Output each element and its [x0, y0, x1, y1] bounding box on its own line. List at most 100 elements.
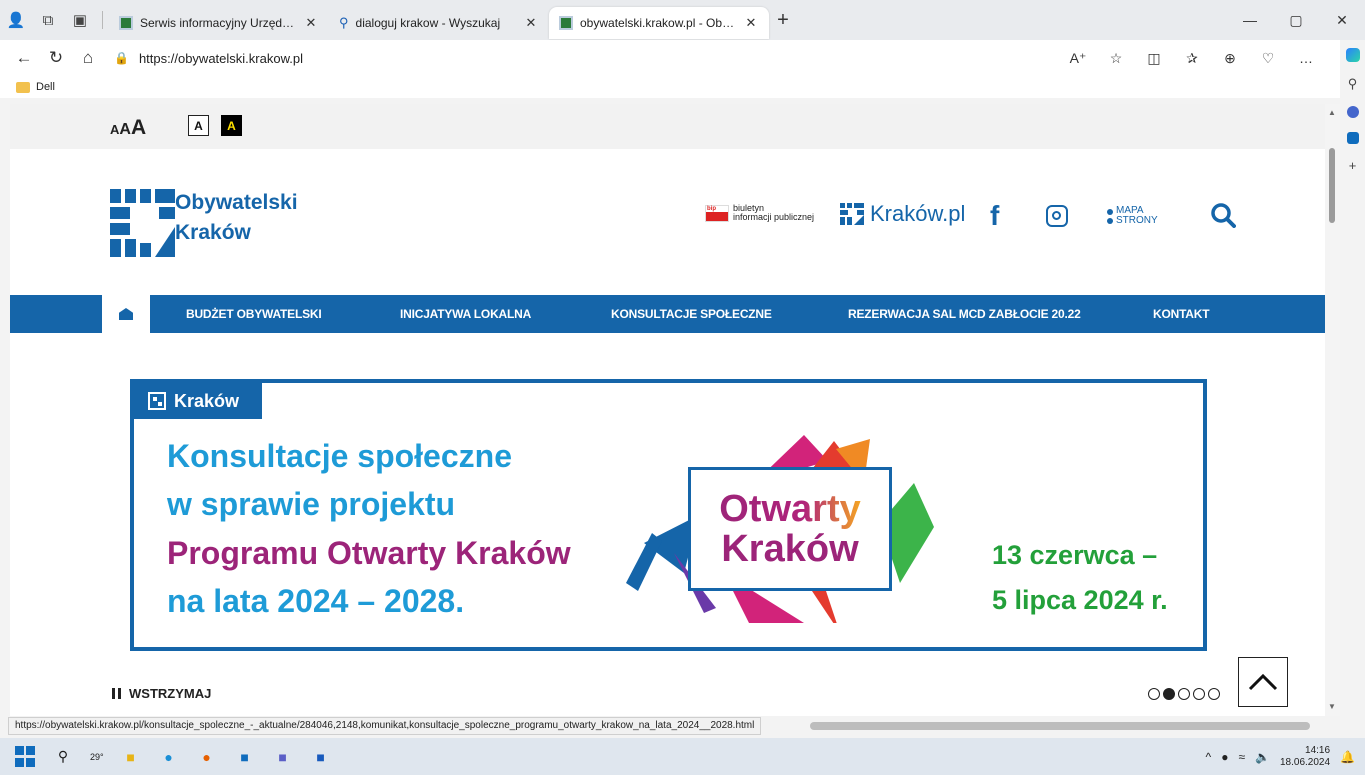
refresh-icon[interactable]: ↻ [40, 43, 72, 73]
browser-tab-bar: 👤 ⧉ ▣ Serwis informacyjny Urzędu Mias ✕ … [0, 0, 1365, 40]
favorite-folder-dell[interactable]: Dell [36, 81, 55, 93]
outlook-icon[interactable] [1346, 132, 1359, 144]
site-logo-text[interactable]: Obywatelski Kraków [175, 188, 298, 248]
pause-icon [112, 688, 121, 699]
bip-text: biuletyn informacji publicznej [733, 204, 814, 222]
bip-flag-icon: bip [705, 204, 729, 222]
bip-link[interactable]: bip biuletyn informacji publicznej [705, 204, 814, 222]
scroll-to-top-button[interactable] [1238, 657, 1288, 707]
more-icon[interactable]: … [1287, 50, 1325, 67]
font-size-medium-button[interactable]: A [119, 121, 131, 138]
nav-home-button[interactable] [102, 295, 150, 333]
copilot-icon[interactable] [1345, 48, 1360, 62]
sidebar-search-icon[interactable]: ⚲ [1348, 76, 1358, 92]
lock-icon[interactable]: 🔒 [114, 51, 129, 65]
shopping-icon[interactable] [1346, 106, 1359, 118]
tab-serwis[interactable]: Serwis informacyjny Urzędu Mias ✕ [109, 7, 329, 39]
krakow-tag-icon [148, 392, 166, 410]
tab-obywatelski[interactable]: obywatelski.krakow.pl - Obywate ✕ [549, 7, 769, 39]
nav-rezerwacja-sal[interactable]: REZERWACJA SAL MCD ZABŁOCIE 20.22 [848, 295, 1081, 333]
read-aloud-icon[interactable]: A⁺ [1059, 50, 1097, 67]
favorites-bar: Dell [0, 76, 1340, 98]
contrast-high-button[interactable]: A [221, 115, 242, 136]
banner-line-1: Konsultacje społeczne [167, 438, 512, 474]
file-explorer-icon[interactable]: ■ [120, 746, 142, 768]
tab-search[interactable]: ⚲ dialoguj krakow - Wyszukaj ✕ [329, 7, 549, 39]
search-icon[interactable] [1210, 202, 1236, 228]
slider-dots [1148, 688, 1220, 700]
contrast-normal-button[interactable]: A [188, 115, 209, 136]
horizontal-scrollbar[interactable] [810, 722, 1310, 730]
scrollbar-thumb[interactable] [1329, 148, 1335, 223]
address-tools: A⁺ ☆ ◫ ✰ ⊕ ♡ … [1059, 50, 1365, 67]
wifi-icon[interactable]: ≈ [1238, 750, 1245, 764]
slider-pause-button[interactable]: WSTRZYMAJ [112, 686, 211, 701]
chevron-up-icon [1248, 673, 1278, 691]
system-clock[interactable]: 14:16 18.06.2024 [1280, 745, 1330, 769]
volume-icon[interactable]: 🔈 [1255, 750, 1270, 764]
nav-inicjatywa-lokalna[interactable]: INICJATYWA LOKALNA [400, 295, 531, 333]
krakow-text: Kraków [721, 528, 859, 570]
taskbar-search-icon[interactable]: ⚲ [52, 746, 74, 768]
slider-dot[interactable] [1193, 688, 1205, 700]
slider-banner[interactable]: Kraków Konsultacje społeczne w sprawie p… [130, 379, 1207, 651]
bip-badge-text: bip [707, 205, 716, 212]
vertical-scrollbar[interactable]: ▲ ▼ [1325, 104, 1340, 716]
browser-essentials-icon[interactable]: ♡ [1249, 50, 1287, 67]
nav-konsultacje-spoleczne[interactable]: KONSULTACJE SPOŁECZNE [611, 295, 772, 333]
back-icon[interactable]: ← [8, 43, 40, 73]
slider-dot-active[interactable] [1163, 688, 1175, 700]
teams-icon[interactable]: ■ [272, 746, 294, 768]
slider-dot[interactable] [1148, 688, 1160, 700]
profile-icon[interactable]: 👤 [0, 4, 32, 36]
close-icon[interactable]: ✕ [303, 15, 319, 31]
nav-budzet-obywatelski[interactable]: BUDŻET OBYWATELSKI [186, 295, 322, 333]
url-field[interactable]: 🔒 https://obywatelski.krakow.pl [104, 43, 1059, 73]
tray-app-icon[interactable]: ● [1221, 750, 1228, 764]
otwarty-krakow-logo: Otwarty Kraków [688, 467, 892, 591]
sitemap-icon [1107, 208, 1113, 224]
favorite-star-icon[interactable]: ☆ [1097, 50, 1135, 67]
close-window-icon[interactable]: ✕ [1319, 12, 1365, 29]
font-size-small-button[interactable]: A [110, 122, 119, 137]
logo-line-1: Obywatelski [175, 191, 298, 214]
home-icon[interactable]: ⌂ [72, 43, 104, 73]
tray-chevron-up-icon[interactable]: ^ [1206, 750, 1212, 764]
nav-kontakt[interactable]: KONTAKT [1153, 295, 1210, 333]
weather-widget[interactable]: 29° [90, 746, 104, 768]
instagram-icon[interactable] [1046, 205, 1068, 227]
word-icon[interactable]: ■ [310, 746, 332, 768]
tab-actions-icon[interactable]: ▣ [64, 4, 96, 36]
outlook-icon[interactable]: ■ [234, 746, 256, 768]
split-screen-icon[interactable]: ◫ [1135, 50, 1173, 67]
add-sidebar-app-icon[interactable]: + [1349, 158, 1357, 173]
new-tab-icon[interactable]: + [769, 9, 797, 32]
krakow-pl-link[interactable]: Kraków.pl [840, 201, 965, 227]
close-icon[interactable]: ✕ [523, 15, 539, 31]
scroll-down-arrow-icon[interactable]: ▼ [1328, 702, 1336, 711]
status-link-preview: https://obywatelski.krakow.pl/konsultacj… [8, 717, 762, 735]
sitemap-link[interactable]: MAPA STRONY [1107, 206, 1158, 226]
restore-icon[interactable]: ▢ [1273, 12, 1319, 29]
sitemap-line-2: STRONY [1116, 215, 1158, 226]
notifications-bell-icon[interactable]: 🔔 [1340, 750, 1355, 764]
workspaces-icon[interactable]: ⧉ [32, 4, 64, 36]
collections-icon[interactable]: ⊕ [1211, 50, 1249, 67]
pause-label: WSTRZYMAJ [129, 686, 212, 701]
facebook-icon[interactable]: f [990, 200, 999, 232]
krakow-favicon-icon [119, 16, 133, 30]
clock-date: 18.06.2024 [1279, 756, 1331, 768]
slider-dot[interactable] [1208, 688, 1220, 700]
firefox-icon[interactable]: ● [196, 746, 218, 768]
favorites-icon[interactable]: ✰ [1173, 50, 1211, 67]
window-controls: — ▢ ✕ [1227, 12, 1365, 29]
font-size-large-button[interactable]: A [131, 116, 146, 139]
minimize-icon[interactable]: — [1227, 12, 1273, 29]
windows-start-icon[interactable] [14, 746, 36, 768]
edge-icon[interactable]: ● [158, 746, 180, 768]
edge-sidebar: ⚲ + [1340, 40, 1365, 722]
font-size-controls: AAA [110, 116, 146, 140]
slider-dot[interactable] [1178, 688, 1190, 700]
scroll-up-arrow-icon[interactable]: ▲ [1328, 108, 1336, 117]
close-icon[interactable]: ✕ [743, 15, 759, 31]
